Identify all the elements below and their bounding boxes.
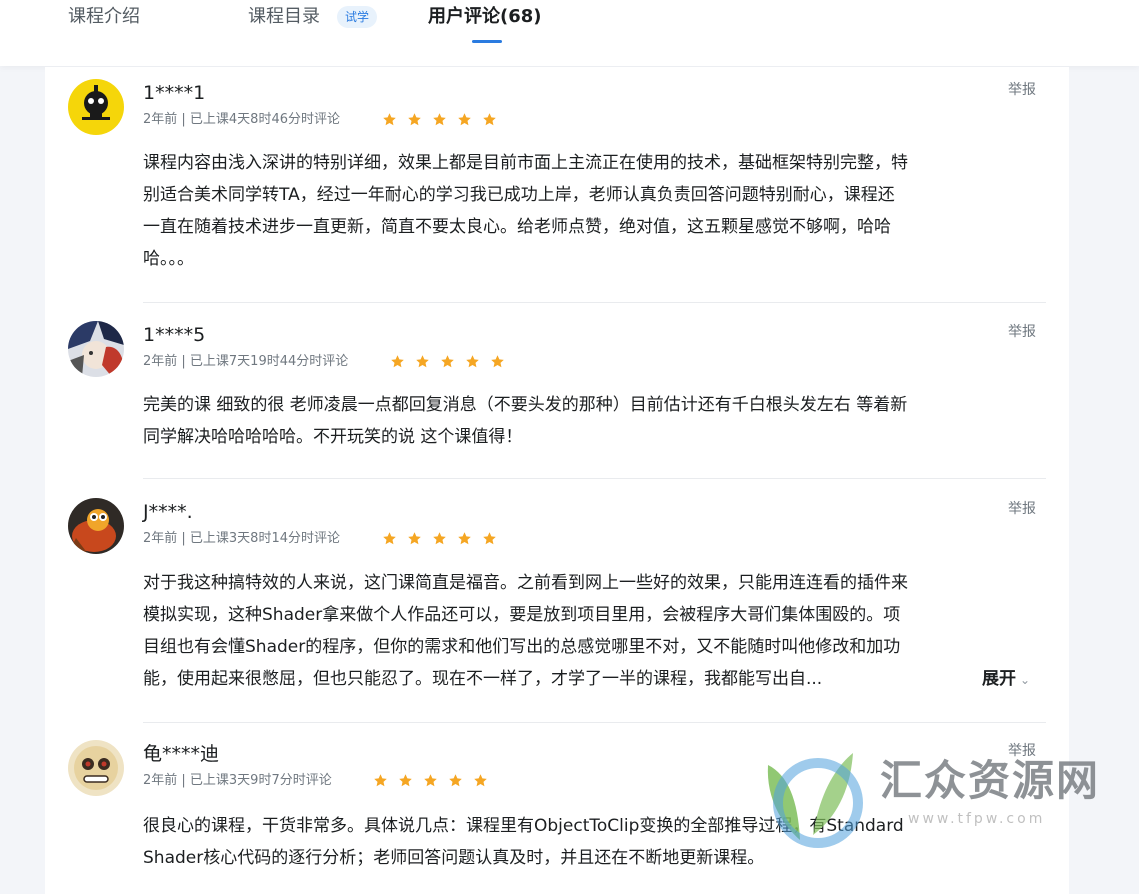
review-content: 课程内容由浅入深讲的特别详细，效果上都是目前市面上主流正在使用的技术，基础框架特…: [143, 147, 1046, 275]
review-meta: 2年前 | 已上课3天8时14分时评论: [143, 531, 340, 546]
star-icon: [483, 113, 496, 126]
divider: [143, 478, 1046, 479]
trial-badge: 试学: [337, 6, 378, 28]
star-icon: [408, 113, 421, 126]
tab-course-catalog[interactable]: 课程目录: [248, 4, 320, 30]
star-icon: [424, 774, 437, 787]
divider: [143, 722, 1046, 723]
avatar-image: [68, 740, 124, 796]
star-icon: [458, 113, 471, 126]
expand-button[interactable]: 展开 ⌄: [982, 663, 1030, 696]
star-rating: [382, 112, 497, 127]
star-icon: [374, 774, 387, 787]
report-link[interactable]: 举报: [1008, 322, 1036, 342]
star-icon: [383, 532, 396, 545]
review-username: 1****5: [143, 324, 206, 346]
star-icon: [416, 355, 429, 368]
review-content: 对于我这种搞特效的人来说，这门课简直是福音。之前看到网上一些好的效果，只能用连连…: [143, 567, 1046, 695]
tab-course-intro[interactable]: 课程介绍: [68, 4, 140, 30]
review-meta: 2年前 | 已上课7天19时44分时评论: [143, 354, 349, 369]
review-username: 龟****迪: [143, 743, 220, 765]
review-content-line: 哈。。。: [143, 249, 194, 269]
review-content-line: 很良心的课程，干货非常多。具体说几点：课程里有ObjectToClip变换的全部…: [143, 816, 904, 836]
tab-user-reviews[interactable]: 用户评论(68): [428, 4, 542, 30]
avatar[interactable]: [68, 321, 124, 377]
review-content-line: 课程内容由浅入深讲的特别详细，效果上都是目前市面上主流正在使用的技术，基础框架特…: [143, 153, 908, 173]
course-tabs: 课程介绍 课程目录 试学 用户评论(68): [0, 0, 1139, 66]
star-icon: [466, 355, 479, 368]
active-tab-indicator: [472, 40, 502, 43]
star-icon: [391, 355, 404, 368]
review-meta: 2年前 | 已上课3天9时7分时评论: [143, 773, 332, 788]
star-icon: [399, 774, 412, 787]
star-icon: [483, 532, 496, 545]
review-content: 完美的课 细致的很 老师凌晨一点都回复消息（不要头发的那种）目前估计还有千白根头…: [143, 389, 1046, 453]
chevron-down-icon: ⌄: [1020, 673, 1031, 687]
star-icon: [408, 532, 421, 545]
star-icon: [433, 532, 446, 545]
report-link[interactable]: 举报: [1008, 741, 1036, 761]
report-link[interactable]: 举报: [1008, 499, 1036, 519]
avatar[interactable]: [68, 79, 124, 135]
review-content-line: 完美的课 细致的很 老师凌晨一点都回复消息（不要头发的那种）目前估计还有千白根头…: [143, 395, 908, 415]
reviews-panel: 1****1 举报 2年前 | 已上课4天8时46分时评论 课程内容由浅入深讲的…: [45, 67, 1069, 894]
star-icon: [383, 113, 396, 126]
review-content-line: 别适合美术同学转TA，经过一年耐心的学习我已成功上岸，老师认真负责回答问题特别耐…: [143, 185, 895, 205]
report-link[interactable]: 举报: [1008, 80, 1036, 100]
star-rating: [373, 773, 488, 788]
review-content-line: Shader核心代码的逐行分析；老师回答问题认真及时，并且还在不断地更新课程。: [143, 848, 765, 868]
avatar[interactable]: [68, 498, 124, 554]
review-content-line: 一直在随着技术进步一直更新，简直不要太良心。给老师点赞，绝对值，这五颗星感觉不够…: [143, 217, 891, 237]
star-icon: [458, 532, 471, 545]
review-meta: 2年前 | 已上课4天8时46分时评论: [143, 112, 340, 127]
review-content-line: 目组也有会懂Shader的程序，但你的需求和他们写出的总感觉哪里不对，又不能随时…: [143, 637, 901, 657]
avatar-image: [68, 321, 124, 377]
star-icon: [491, 355, 504, 368]
star-rating: [390, 354, 505, 369]
review-username: J****.: [143, 501, 193, 523]
star-icon: [474, 774, 487, 787]
avatar-image: [68, 498, 124, 554]
avatar[interactable]: [68, 740, 124, 796]
review-content-line: 能，使用起来很憋屈，但也只能忍了。现在不一样了，才学了一半的课程，我都能写出自.…: [143, 669, 823, 689]
star-icon: [441, 355, 454, 368]
star-rating: [382, 531, 497, 546]
star-icon: [449, 774, 462, 787]
review-content-line: 对于我这种搞特效的人来说，这门课简直是福音。之前看到网上一些好的效果，只能用连连…: [143, 573, 908, 593]
review-username: 1****1: [143, 82, 206, 104]
expand-label: 展开: [982, 669, 1016, 689]
avatar-image: [68, 79, 124, 135]
review-content: 很良心的课程，干货非常多。具体说几点：课程里有ObjectToClip变换的全部…: [143, 810, 1046, 874]
review-content-line: 同学解决哈哈哈哈哈。不开玩笑的说 这个课值得！: [143, 427, 523, 447]
star-icon: [433, 113, 446, 126]
review-content-line: 模拟实现，这种Shader拿来做个人作品还可以，要是放到项目里用，会被程序大哥们…: [143, 605, 901, 625]
divider: [143, 302, 1046, 303]
